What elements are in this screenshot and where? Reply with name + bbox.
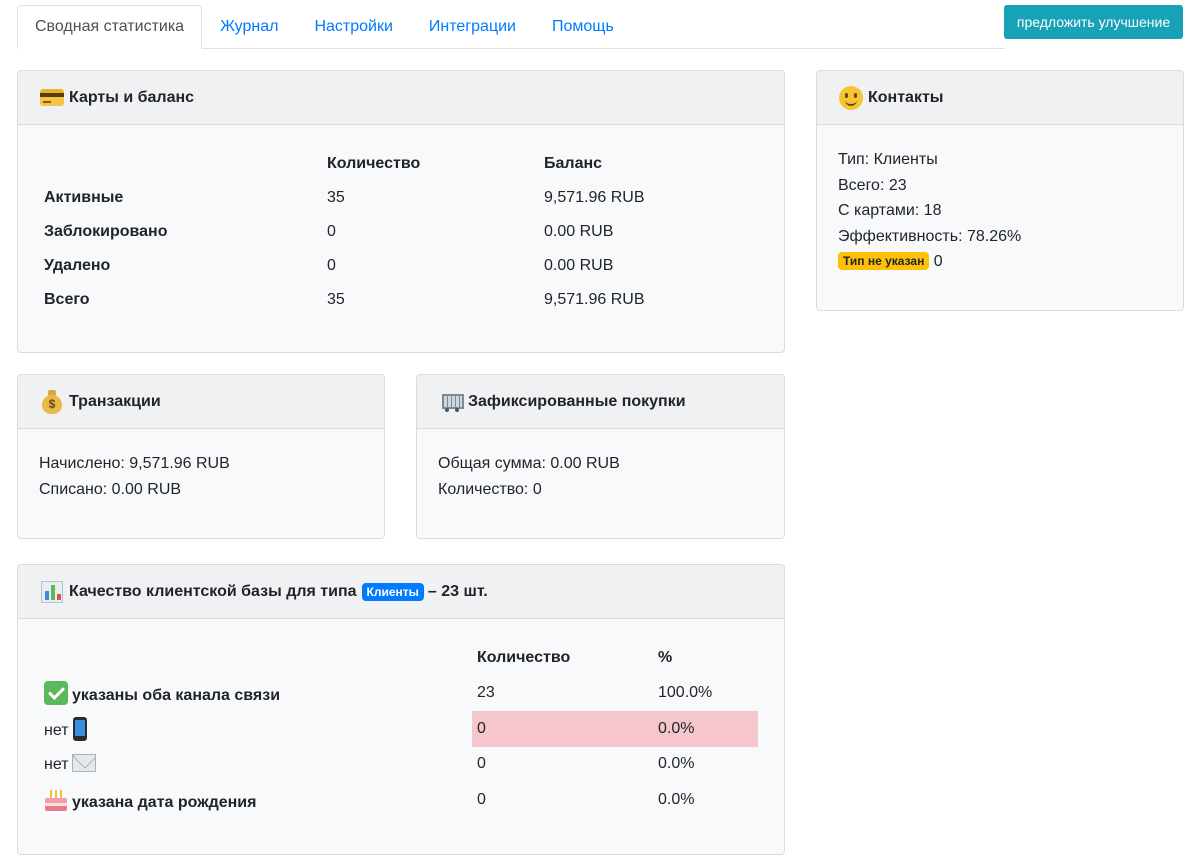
row-label: указана дата рождения [39,782,472,818]
contacts-total: Всего: 23 [838,176,907,194]
table-header-row: Количество % [39,640,758,676]
row-balance: 0.00 RUB [544,223,614,240]
column-header-count: Количество [477,648,571,666]
row-balance: 0.00 RUB [544,257,614,274]
row-label: Активные [44,189,124,206]
nav-tabs: Сводная статистика Журнал Настройки Инте… [17,5,1005,49]
tab-summary[interactable]: Сводная статистика [17,5,203,49]
row-count: 35 [327,291,345,308]
tab-journal[interactable]: Журнал [202,5,296,49]
row-balance: 9,571.96 RUB [544,189,645,206]
check-mark-icon [44,681,68,706]
purchases-total-sum: Общая сумма: 0.00 RUB [438,455,620,472]
column-header-percent: % [658,648,673,666]
type-unspecified-count: 0 [933,253,943,270]
row-percent: 0.0% [658,790,695,808]
purchases-card: Зафиксированные покупки Общая сумма: 0.0… [416,374,785,539]
quality-header: Качество клиентской базы для типа Клиент… [18,565,784,619]
table-row: указана дата рождения 0 0.0% [39,782,758,818]
cards-balance-header: Карты и баланс [18,71,784,125]
contacts-type: Тип: Клиенты [838,151,938,168]
table-row: Активные 35 9,571.96 RUB [44,181,754,215]
row-label: Всего [44,291,90,308]
mobile-phone-icon [72,716,87,741]
transactions-header: Транзакции [18,375,384,429]
row-percent: 100.0% [658,684,713,702]
table-row: нет 0 0.0% [39,711,758,747]
row-count: 0 [327,223,336,240]
row-count: 0 [477,790,486,808]
contacts-with-cards: С картами: 18 [838,202,942,219]
purchases-count: Количество: 0 [438,480,542,498]
purchases-header: Зафиксированные покупки [417,375,784,429]
row-count: 0 [472,711,653,747]
shopping-cart-icon [438,389,464,415]
row-percent: 0.0% [658,755,695,773]
contacts-unspecified: Тип не указан 0 [838,249,1162,275]
type-unspecified-badge: Тип не указан [838,252,930,270]
table-row: нет 0 0.0% [39,747,758,783]
row-label: Удалено [44,257,111,274]
cards-balance-title: Карты и баланс [69,88,195,106]
contacts-card: Контакты Тип: Клиенты Всего: 23 С картам… [816,70,1184,311]
bar-chart-icon [39,579,65,605]
client-type-badge: Клиенты [361,582,424,601]
row-label: нет [39,711,472,747]
credit-card-icon [39,85,65,111]
table-row: Заблокировано 0 0.00 RUB [44,215,754,249]
table-row: указаны оба канала связи 23 100.0% [39,676,758,712]
quality-table: Количество % указаны оба канала связи 23… [39,640,758,818]
contacts-header: Контакты [817,71,1183,125]
row-label: Заблокировано [44,223,168,240]
suggest-improvement-button[interactable]: предложить улучшение [1004,5,1183,39]
row-count: 0 [327,257,336,274]
cards-balance-card: Карты и баланс Количество Баланс Активны… [17,70,785,353]
row-label: нет [39,747,472,783]
transactions-accrued: Начислено: 9,571.96 RUB [39,455,230,472]
smile-icon [838,85,864,111]
row-count: 35 [327,189,345,206]
tab-help[interactable]: Помощь [534,5,632,49]
quality-card: Качество клиентской базы для типа Клиент… [17,564,785,855]
column-header-balance: Баланс [544,155,603,172]
column-header-count: Количество [327,155,421,172]
money-bag-icon [39,389,65,415]
table-row: Всего 35 9,571.96 RUB [44,283,754,317]
row-count: 0 [477,755,486,773]
transactions-card: Транзакции Начислено: 9,571.96 RUB Списа… [17,374,385,539]
table-header-row: Количество Баланс [44,147,754,181]
quality-title: Качество клиентской базы для типа [69,582,357,600]
tab-settings[interactable]: Настройки [296,5,410,49]
row-count: 23 [477,684,495,702]
row-label: указаны оба канала связи [39,676,472,712]
table-row: Удалено 0 0.00 RUB [44,249,754,283]
row-percent: 0.0% [653,711,758,747]
contacts-title: Контакты [868,88,944,106]
quality-count-suffix: – 23 шт. [427,582,488,600]
birthday-cake-icon [44,788,68,812]
envelope-icon [71,754,96,773]
row-balance: 9,571.96 RUB [544,291,645,308]
contacts-efficiency: Эффективность: 78.26% [838,227,1022,245]
transactions-title: Транзакции [69,392,161,410]
purchases-title: Зафиксированные покупки [468,392,686,410]
balance-table: Количество Баланс Активные 35 9,571.96 R… [44,147,754,317]
transactions-written-off: Списано: 0.00 RUB [39,480,182,498]
tab-integrations[interactable]: Интеграции [411,5,534,49]
